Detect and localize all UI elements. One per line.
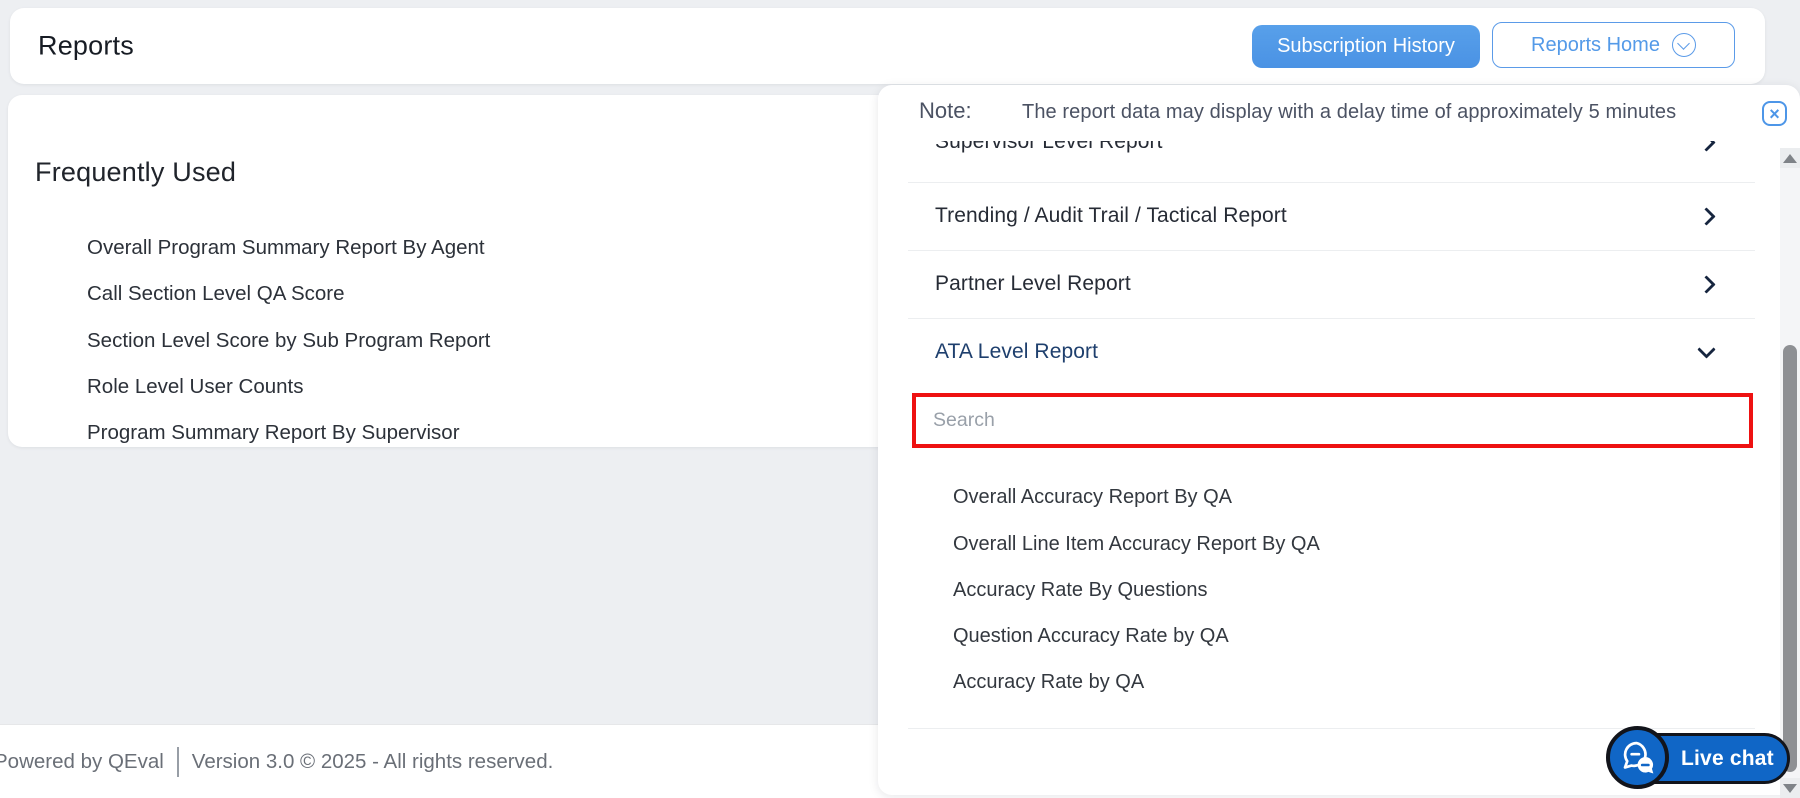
reports-home-button[interactable]: Reports Home <box>1492 22 1735 68</box>
category-ata-level-report[interactable]: ATA Level Report <box>935 318 1713 386</box>
header-card: Reports Subscription History Reports Hom… <box>10 8 1765 84</box>
reports-menu-panel: Note: The report data may display with a… <box>878 85 1800 795</box>
footer-version: Version 3.0 © 2025 - All rights reserved… <box>192 750 554 774</box>
ata-report-item[interactable]: Question Accuracy Rate by QA <box>953 624 1229 648</box>
chevron-right-icon <box>1697 275 1715 293</box>
frequently-used-item[interactable]: Role Level User Counts <box>87 375 304 399</box>
frequently-used-card: Frequently Used Overall Program Summary … <box>8 95 898 447</box>
category-label: Supervisor Level Report <box>935 141 1163 154</box>
footer-separator <box>177 747 179 777</box>
vertical-scrollbar[interactable] <box>1780 148 1800 798</box>
page-title: Reports <box>38 31 134 62</box>
frequently-used-title: Frequently Used <box>35 157 236 188</box>
frequently-used-item[interactable]: Section Level Score by Sub Program Repor… <box>87 329 490 353</box>
live-chat-label: Live chat <box>1681 747 1774 771</box>
scroll-up-button[interactable] <box>1780 148 1800 168</box>
scrollbar-thumb[interactable] <box>1783 345 1797 772</box>
category-label: Trending / Audit Trail / Tactical Report <box>935 204 1287 228</box>
category-supervisor-level-report[interactable]: Supervisor Level Report <box>935 141 1713 176</box>
chat-bubbles-icon <box>1619 739 1657 777</box>
note-close-button[interactable]: × <box>1762 101 1787 126</box>
frequently-used-item[interactable]: Call Section Level QA Score <box>87 282 345 306</box>
note-message: The report data may display with a delay… <box>1022 101 1676 124</box>
live-chat-widget[interactable]: Live chat <box>1603 723 1795 793</box>
chevron-down-circle-icon <box>1672 33 1696 57</box>
report-category-list: Supervisor Level Report Trending / Audit… <box>878 141 1800 795</box>
category-partner-level-report[interactable]: Partner Level Report <box>935 250 1713 318</box>
subscription-history-button[interactable]: Subscription History <box>1252 25 1480 68</box>
reports-home-label: Reports Home <box>1531 34 1660 57</box>
live-chat-bubble-badge[interactable] <box>1606 726 1669 789</box>
ata-report-item[interactable]: Overall Line Item Accuracy Report By QA <box>953 532 1320 556</box>
search-highlight-annotation <box>912 393 1753 448</box>
chevron-right-icon <box>1697 207 1715 225</box>
category-trending-audit-tactical-report[interactable]: Trending / Audit Trail / Tactical Report <box>935 182 1713 250</box>
reports-page: { "header": { "title": "Reports", "subsc… <box>0 0 1800 798</box>
ata-report-item[interactable]: Accuracy Rate by QA <box>953 670 1144 694</box>
ata-report-item[interactable]: Overall Accuracy Report By QA <box>953 485 1232 509</box>
category-label: ATA Level Report <box>935 340 1098 364</box>
note-label: Note: <box>919 98 972 124</box>
frequently-used-item[interactable]: Program Summary Report By Supervisor <box>87 421 460 445</box>
chevron-right-icon <box>1697 141 1715 151</box>
chevron-down-icon <box>1697 340 1715 358</box>
category-label: Partner Level Report <box>935 272 1131 296</box>
search-input[interactable] <box>916 397 1749 444</box>
ata-report-item[interactable]: Accuracy Rate By Questions <box>953 578 1208 602</box>
close-icon: × <box>1769 104 1780 124</box>
frequently-used-item[interactable]: Overall Program Summary Report By Agent <box>87 236 485 260</box>
arrow-up-icon <box>1783 154 1797 163</box>
footer-powered-by: Powered by QEval <box>0 750 164 774</box>
